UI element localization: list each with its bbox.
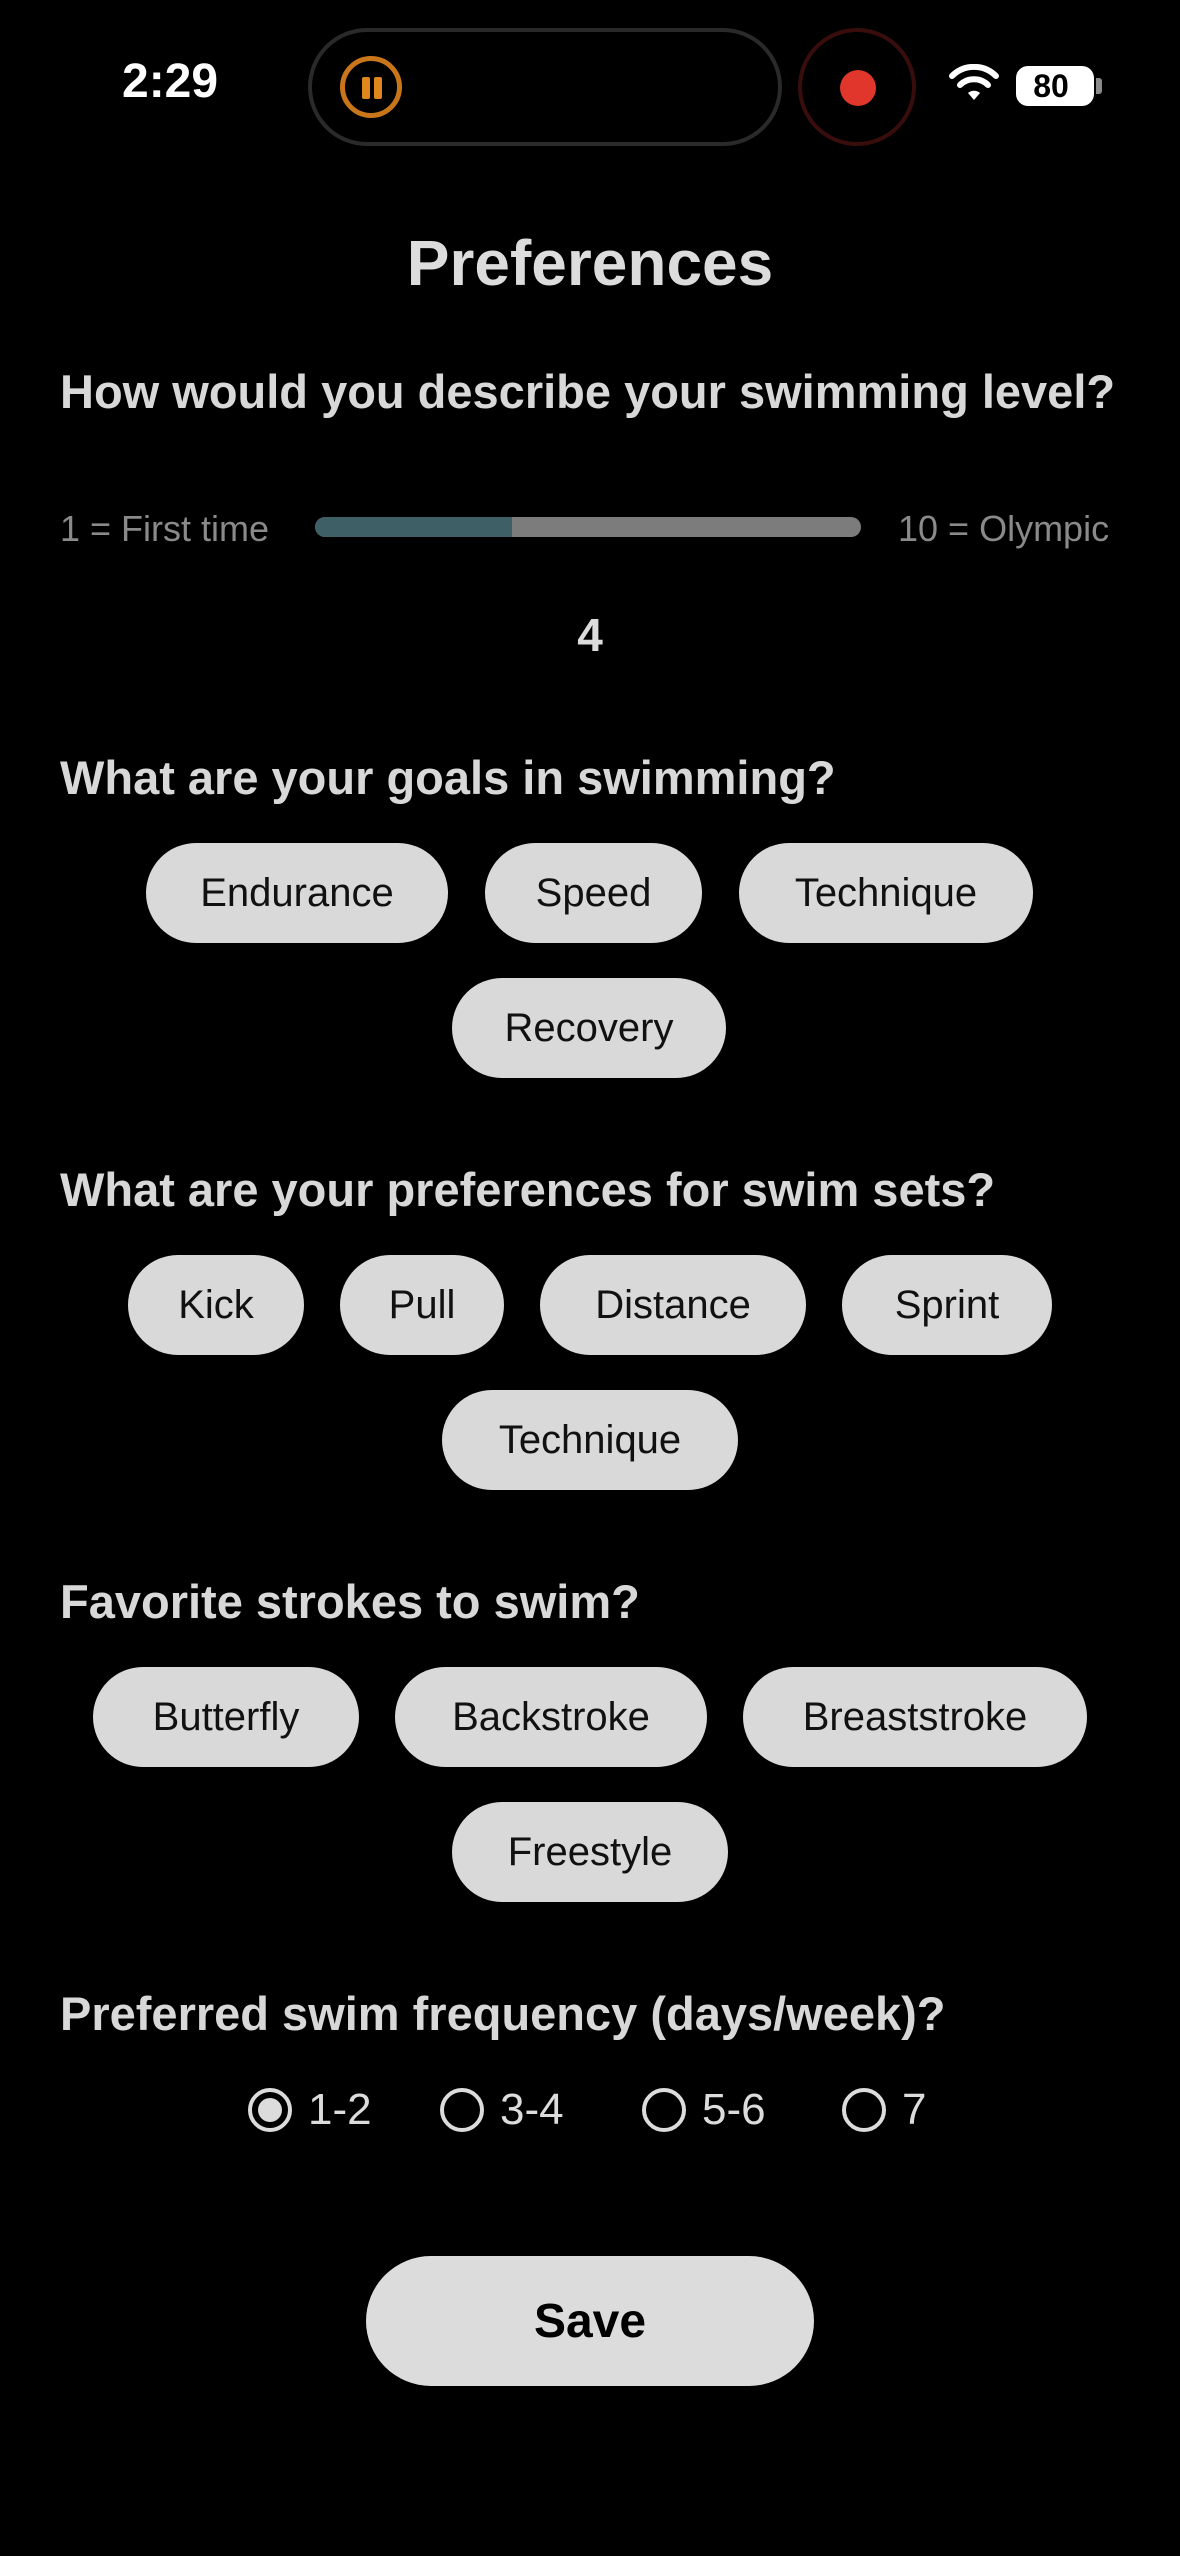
radio-option-7[interactable]: 7: [842, 2080, 926, 2140]
set-chip-distance[interactable]: Distance: [540, 1255, 806, 1355]
radio-option-1-2[interactable]: 1-2: [248, 2080, 372, 2140]
goal-chip-speed[interactable]: Speed: [485, 843, 702, 943]
radio-option-5-6[interactable]: 5-6: [642, 2080, 766, 2140]
radio-option-3-4[interactable]: 3-4: [440, 2080, 564, 2140]
radio-label: 5-6: [702, 2085, 766, 2134]
frequency-radio-group: 1-2 3-4 5-6 7: [0, 2080, 1180, 2140]
battery-level: 80: [1033, 68, 1069, 104]
question-goals: What are your goals in swimming?: [60, 751, 836, 804]
set-chip-sprint[interactable]: Sprint: [842, 1255, 1052, 1355]
slider-max-label: 10 = Olympic: [898, 508, 1110, 549]
swim-level-slider[interactable]: [315, 517, 861, 537]
radio-circle[interactable]: [440, 2088, 484, 2132]
radio-circle[interactable]: [842, 2088, 886, 2132]
set-chip-technique[interactable]: Technique: [442, 1390, 738, 1490]
question-swim-sets: What are your preferences for swim sets?: [60, 1163, 996, 1216]
record-icon: [840, 70, 876, 106]
screen-record-indicator[interactable]: [798, 28, 916, 146]
battery-tip: [1096, 78, 1102, 94]
slider-fill: [315, 517, 512, 537]
stroke-chip-backstroke[interactable]: Backstroke: [395, 1667, 707, 1767]
save-button[interactable]: Save: [366, 2256, 814, 2386]
question-swim-level: How would you describe your swimming lev…: [60, 365, 1116, 418]
battery-icon: 80: [1016, 66, 1094, 106]
wifi-icon: [949, 64, 999, 100]
stroke-chip-butterfly[interactable]: Butterfly: [93, 1667, 359, 1767]
radio-circle[interactable]: [248, 2088, 292, 2132]
dynamic-island[interactable]: [308, 28, 782, 146]
stroke-chip-freestyle[interactable]: Freestyle: [452, 1802, 728, 1902]
stroke-chip-breaststroke[interactable]: Breaststroke: [743, 1667, 1087, 1767]
question-frequency: Preferred swim frequency (days/week)?: [60, 1987, 946, 2040]
page-title: Preferences: [406, 227, 774, 299]
radio-label: 1-2: [308, 2085, 372, 2134]
set-chip-kick[interactable]: Kick: [128, 1255, 304, 1355]
goal-chip-recovery[interactable]: Recovery: [452, 978, 726, 1078]
radio-circle[interactable]: [642, 2088, 686, 2132]
question-strokes: Favorite strokes to swim?: [60, 1575, 640, 1628]
set-chip-pull[interactable]: Pull: [340, 1255, 504, 1355]
goal-chip-technique[interactable]: Technique: [739, 843, 1033, 943]
goal-chip-endurance[interactable]: Endurance: [146, 843, 448, 943]
status-bar: 2:29 80: [0, 0, 1180, 160]
radio-label: 3-4: [500, 2085, 564, 2134]
slider-min-label: 1 = First time: [60, 508, 270, 549]
slider-value: 4: [577, 609, 603, 661]
radio-label: 7: [902, 2085, 927, 2134]
pause-icon[interactable]: [340, 56, 402, 118]
status-time: 2:29: [122, 55, 219, 108]
